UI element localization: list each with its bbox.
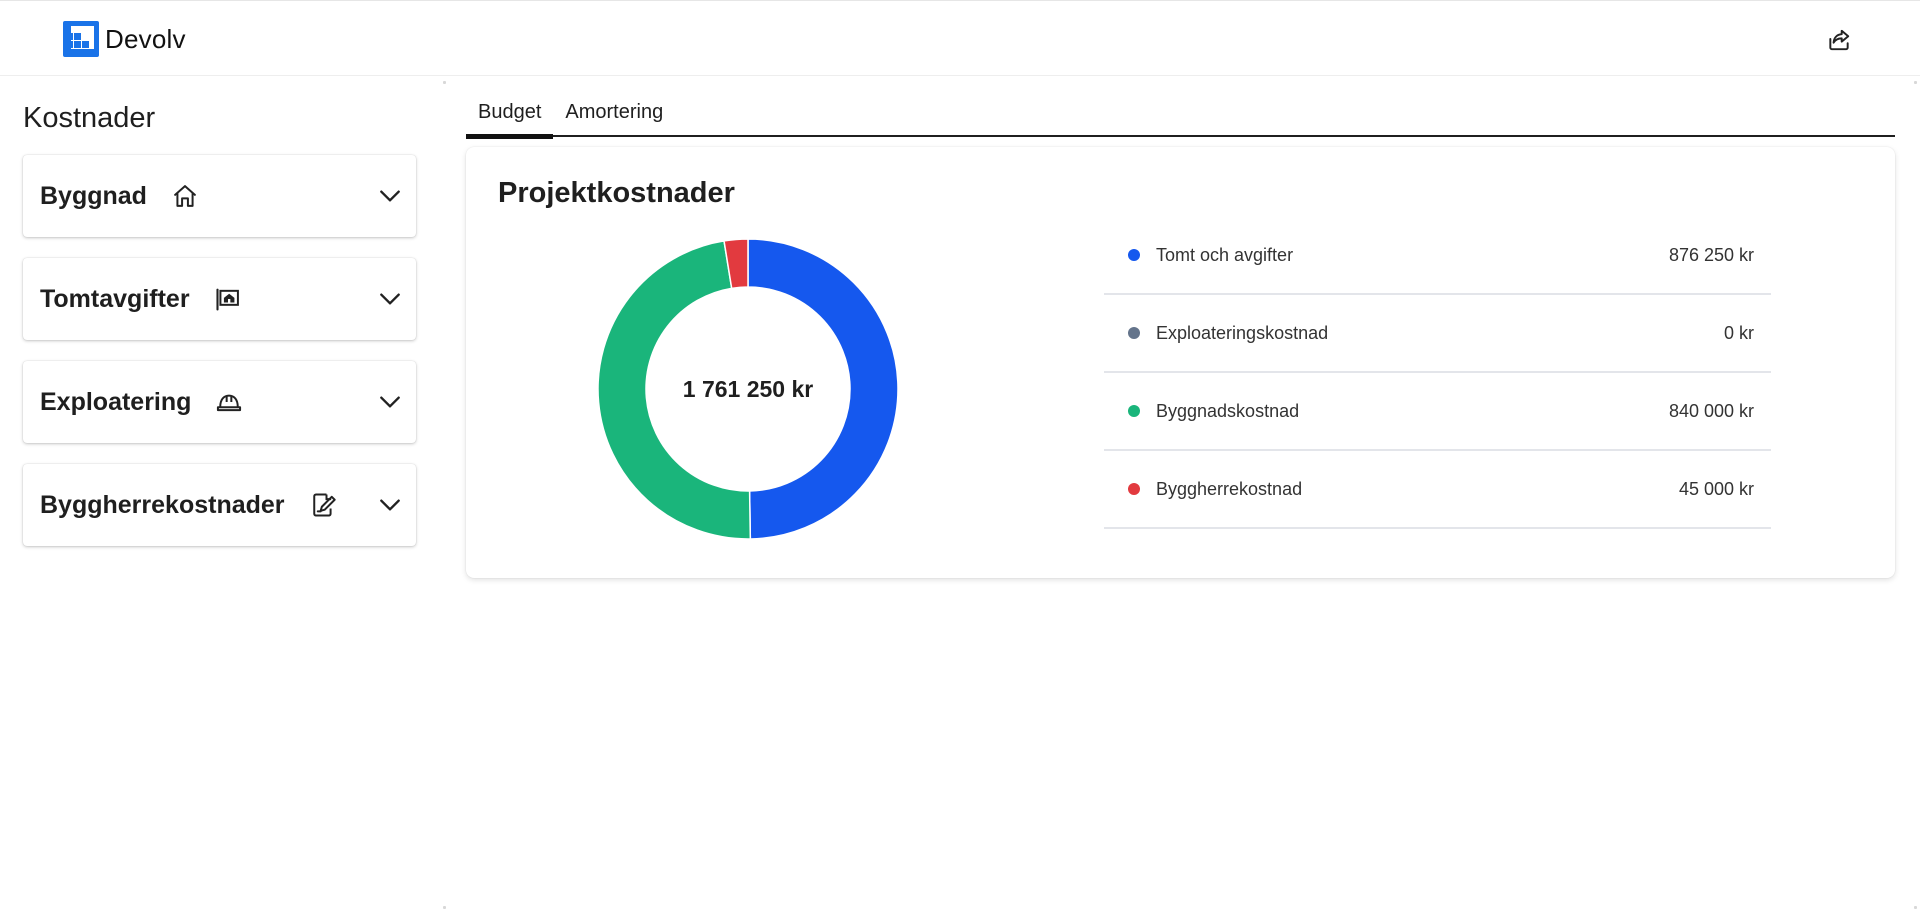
legend-label: Byggherrekostnad [1156, 478, 1303, 499]
legend-dot [1128, 327, 1140, 339]
legend-value: 0 kr [1723, 322, 1754, 343]
splitter-dot-bottom [443, 906, 446, 909]
splitter-dot-top [443, 81, 446, 84]
chevron-down-icon[interactable] [377, 389, 403, 415]
tab-bar: Budget Amortering [466, 96, 1895, 139]
legend-label: Byggnadskostnad [1156, 400, 1300, 421]
accordion-label: Exploatering [40, 387, 192, 416]
brand[interactable]: Devolv [63, 21, 186, 57]
legend-dot [1128, 249, 1140, 261]
accordion-label: Byggnad [40, 181, 147, 210]
chevron-down-icon[interactable] [377, 492, 403, 518]
plot-sign-icon [214, 285, 242, 313]
top-bar: Devolv [0, 0, 1920, 76]
legend-dot [1128, 483, 1140, 495]
main-content: Budget Amortering Projektkostnader 1 761… [466, 96, 1895, 578]
legend-row: Exploateringskostnad 0 kr [1104, 295, 1771, 373]
accordion-label: Byggherrekostnader [40, 490, 285, 519]
chevron-down-icon[interactable] [377, 183, 403, 209]
scroll-dot-top [1914, 81, 1917, 84]
donut-chart: 1 761 250 kr [598, 239, 898, 539]
chart-legend: Tomt och avgifter 876 250 kr Exploaterin… [1104, 217, 1771, 529]
chevron-down-icon[interactable] [377, 286, 403, 312]
legend-value: 45 000 kr [1678, 478, 1754, 499]
legend-dot [1128, 405, 1140, 417]
donut-total-label: 1 761 250 kr [682, 375, 814, 402]
legend-value: 876 250 kr [1668, 244, 1754, 265]
sidebar-title: Kostnader [23, 102, 156, 134]
accordion-byggherrekostnader[interactable]: Byggherrekostnader [23, 464, 416, 546]
share-icon [1829, 29, 1850, 51]
accordion-label: Tomtavgifter [40, 284, 190, 313]
tab-amortering[interactable]: Amortering [553, 96, 675, 137]
legend-value: 840 000 kr [1668, 400, 1754, 421]
accordion-tomtavgifter[interactable]: Tomtavgifter [23, 258, 416, 340]
app-name: Devolv [105, 23, 186, 54]
devolv-logo-icon [63, 21, 99, 57]
legend-row: Tomt och avgifter 876 250 kr [1104, 217, 1771, 295]
share-button[interactable] [1824, 25, 1854, 55]
scroll-dot-bottom [1914, 906, 1917, 909]
legend-row: Byggherrekostnad 45 000 kr [1104, 451, 1771, 529]
accordion-byggnad[interactable]: Byggnad [23, 155, 416, 237]
house-icon [171, 182, 199, 210]
card-title: Projektkostnader [498, 177, 735, 209]
hardhat-icon [215, 388, 243, 416]
edit-document-icon [309, 491, 337, 519]
project-costs-card: Projektkostnader 1 761 250 kr Tomt och a… [466, 147, 1895, 578]
accordion-exploatering[interactable]: Exploatering [23, 361, 416, 443]
legend-label: Tomt och avgifter [1156, 244, 1294, 265]
legend-label: Exploateringskostnad [1156, 322, 1329, 343]
tab-budget[interactable]: Budget [466, 96, 554, 139]
legend-row: Byggnadskostnad 840 000 kr [1104, 373, 1771, 451]
cost-sidebar: Kostnader Byggnad Tomtavgifter Exploater… [23, 96, 417, 546]
